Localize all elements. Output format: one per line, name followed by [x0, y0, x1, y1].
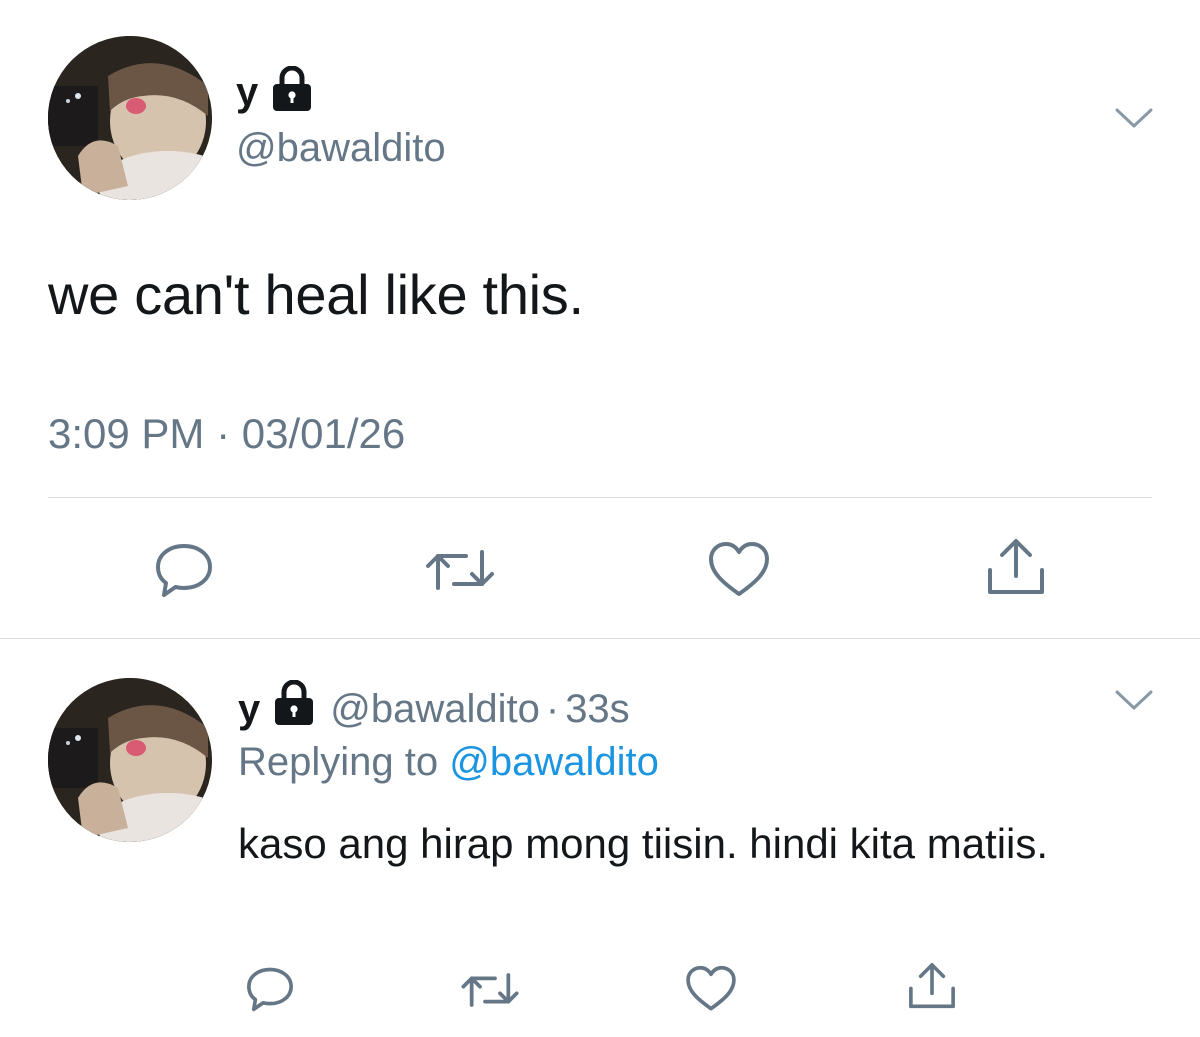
share-icon[interactable]	[906, 960, 958, 1012]
replying-to-line: Replying to @bawaldito	[238, 738, 659, 786]
retweet-icon[interactable]	[424, 544, 496, 596]
tweet-text: we can't heal like this.	[48, 263, 584, 326]
avatar-photo	[48, 678, 212, 842]
reply-author-row: y @bawaldito · 33s	[238, 679, 630, 737]
like-icon[interactable]	[684, 964, 738, 1014]
author-handle[interactable]: @bawaldito	[236, 124, 446, 172]
share-icon[interactable]	[984, 536, 1048, 598]
tweet-timestamp[interactable]: 3:09 PM · 03/01/26	[48, 410, 405, 458]
divider	[0, 638, 1200, 639]
author-handle[interactable]: @bawaldito	[330, 685, 540, 733]
lock-icon	[268, 65, 316, 117]
reply-text: kaso ang hirap mong tiisin. hindi kita m…	[238, 820, 1049, 867]
divider	[48, 497, 1152, 498]
reply-icon[interactable]	[244, 964, 296, 1014]
separator-dot: ·	[545, 686, 560, 731]
retweet-icon[interactable]	[460, 968, 520, 1012]
author-row: y	[236, 65, 316, 117]
avatar[interactable]	[48, 678, 212, 842]
chevron-down-icon[interactable]	[1114, 106, 1154, 130]
chevron-down-icon[interactable]	[1114, 688, 1154, 712]
display-name[interactable]: y	[236, 72, 258, 112]
replying-to-label: Replying to	[238, 740, 439, 784]
lock-icon	[270, 679, 318, 737]
reply-action-bar	[0, 958, 1200, 1018]
reply-icon[interactable]	[152, 540, 216, 600]
replying-to-mention[interactable]: @bawaldito	[449, 740, 659, 784]
avatar[interactable]	[48, 36, 212, 200]
display-name[interactable]: y	[238, 689, 260, 729]
avatar-photo	[48, 36, 212, 200]
like-icon[interactable]	[706, 540, 772, 600]
action-bar	[0, 532, 1200, 602]
tweet-time-ago[interactable]: 33s	[565, 685, 630, 733]
tweet-thread: y @bawaldito we can't heal like this. 3:…	[0, 0, 1200, 1037]
